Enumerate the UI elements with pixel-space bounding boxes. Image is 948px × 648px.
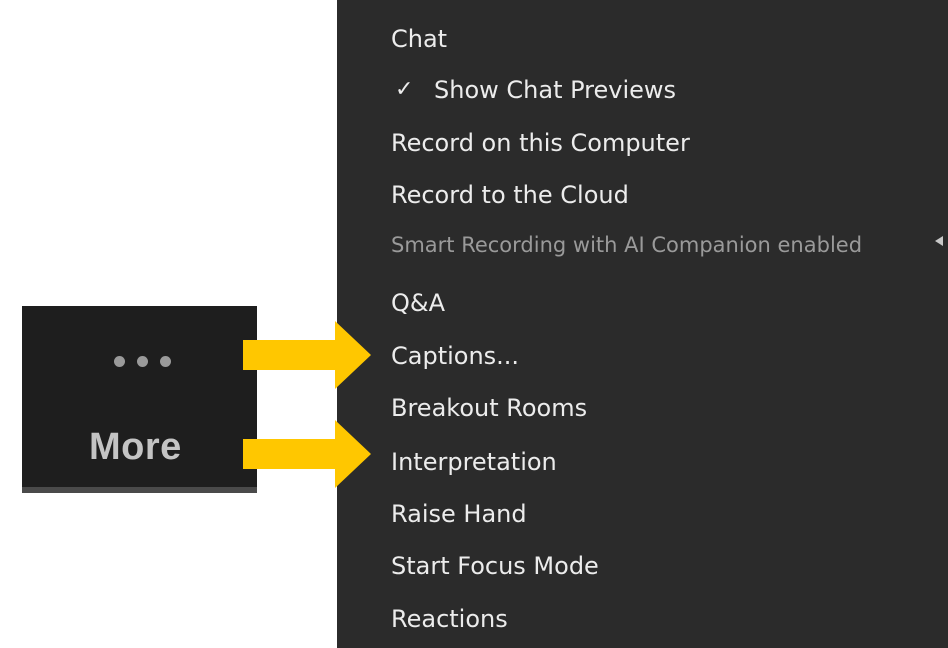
menu-item-smart-recording: Smart Recording with AI Companion enable… (391, 233, 863, 257)
more-menu: Chat ✓ Show Chat Previews Record on this… (337, 0, 948, 648)
more-dots-icon (114, 356, 171, 367)
menu-item-start-focus-mode[interactable]: Start Focus Mode (391, 551, 599, 581)
more-button-label: More (89, 426, 182, 468)
menu-item-interpretation[interactable]: Interpretation (391, 447, 557, 477)
menu-item-chat[interactable]: Chat (391, 24, 447, 54)
menu-item-breakout-rooms[interactable]: Breakout Rooms (391, 393, 587, 423)
submenu-arrow-icon (935, 236, 943, 246)
menu-item-captions[interactable]: Captions... (391, 341, 519, 371)
menu-item-qa[interactable]: Q&A (391, 288, 445, 318)
menu-item-record-cloud[interactable]: Record to the Cloud (391, 180, 629, 210)
menu-item-show-chat-previews[interactable]: Show Chat Previews (434, 75, 676, 105)
yellow-arrow-interpretation-icon (243, 420, 371, 488)
menu-item-reactions[interactable]: Reactions (391, 604, 508, 634)
menu-item-raise-hand[interactable]: Raise Hand (391, 499, 527, 529)
menu-item-record-computer[interactable]: Record on this Computer (391, 128, 690, 158)
yellow-arrow-captions-icon (243, 321, 371, 389)
checkmark-icon: ✓ (395, 77, 414, 102)
more-button[interactable]: More (22, 306, 257, 493)
